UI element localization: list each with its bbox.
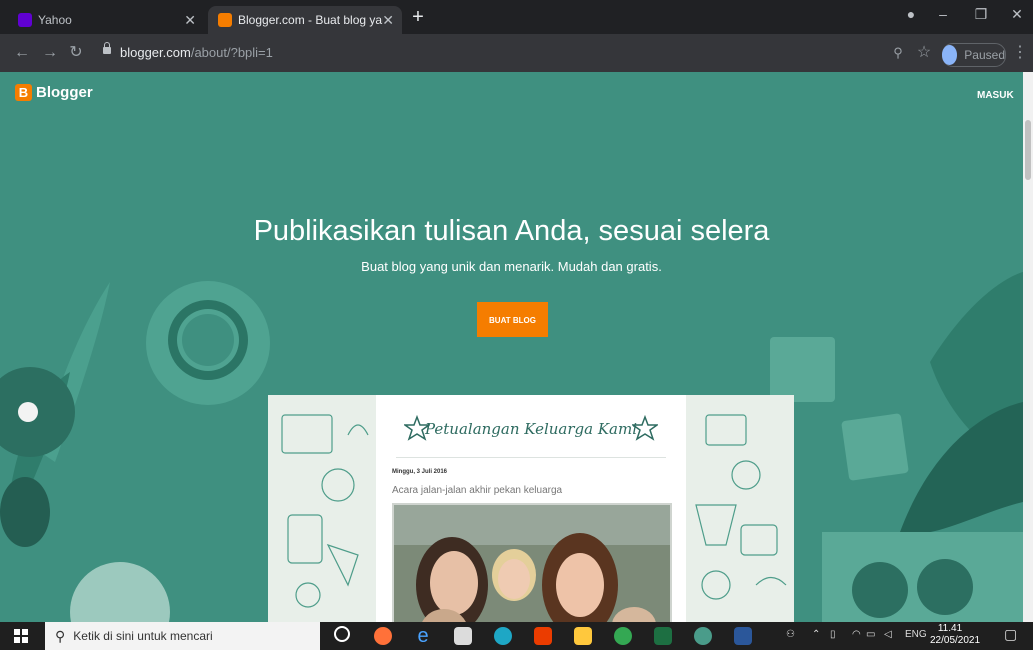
url-path: /about/?bpli=1 xyxy=(190,45,273,60)
restore-button[interactable]: ❐ xyxy=(964,0,998,28)
logo-text: Blogger xyxy=(36,84,93,101)
photo-illustration xyxy=(394,505,670,622)
meet-now-icon[interactable]: ▭ xyxy=(866,629,875,640)
reload-icon[interactable]: ↻ xyxy=(66,43,86,63)
search-placeholder: Ketik di sini untuk mencari xyxy=(73,629,213,643)
create-blog-button[interactable]: BUAT BLOG xyxy=(477,302,548,337)
notification-icon[interactable]: ▢ xyxy=(1004,626,1017,643)
blog-preview-page: Petualangan Keluarga Kami Minggu, 3 Juli… xyxy=(376,395,686,622)
excel-icon[interactable] xyxy=(654,627,672,645)
profile-status: Paused xyxy=(964,48,1005,62)
blog-preview-card: Petualangan Keluarga Kami Minggu, 3 Juli… xyxy=(268,395,794,622)
family-photo xyxy=(392,503,672,622)
doodle-pattern-right xyxy=(695,414,787,600)
back-arrow-icon[interactable]: ← xyxy=(12,43,32,63)
blogger-logo[interactable]: B Blogger xyxy=(15,84,93,101)
profile-button[interactable]: Paused xyxy=(942,43,1006,67)
close-tab-icon[interactable]: ✕ xyxy=(382,12,394,29)
edge-icon[interactable] xyxy=(494,627,512,645)
blogger-favicon-icon xyxy=(218,13,232,27)
file-explorer-icon[interactable] xyxy=(574,627,592,645)
volume-icon[interactable]: ◁ xyxy=(884,629,892,640)
new-tab-button[interactable]: + xyxy=(406,6,430,30)
tab-title: Yahoo xyxy=(38,13,72,27)
zoom-icon[interactable]: ⚲ xyxy=(888,43,908,63)
word-icon[interactable] xyxy=(734,627,752,645)
show-hidden-icons-chevron-icon[interactable]: ⌃ xyxy=(812,629,820,640)
minimize-button[interactable]: – xyxy=(926,0,960,28)
office-icon[interactable] xyxy=(534,627,552,645)
tab-yahoo[interactable]: Yahoo ✕ xyxy=(8,6,204,34)
close-window-button[interactable]: ✕ xyxy=(1000,0,1033,28)
extension-icon[interactable]: ● xyxy=(894,0,928,28)
internet-explorer-icon[interactable]: e xyxy=(414,626,432,646)
chrome-profile-icon[interactable] xyxy=(694,627,712,645)
url-host: blogger.com xyxy=(120,45,191,60)
search-icon: ⚲ xyxy=(55,627,66,644)
address-bar[interactable]: blogger.com/about/?bpli=1 xyxy=(120,45,273,60)
wifi-icon[interactable]: ◠ xyxy=(852,629,861,640)
divider xyxy=(396,457,666,458)
tab-blogger[interactable]: Blogger.com - Buat blog yang u ✕ xyxy=(208,6,402,34)
post-title: Acara jalan-jalan akhir pekan keluarga xyxy=(392,485,563,496)
menu-kebab-icon[interactable]: ⋮ xyxy=(1010,43,1030,63)
chrome-icon[interactable] xyxy=(614,627,632,645)
system-clock[interactable]: 11.41 22/05/2021 xyxy=(930,623,981,647)
windows-start-icon[interactable] xyxy=(14,629,28,643)
forward-arrow-icon[interactable]: → xyxy=(40,43,60,63)
people-icon[interactable]: ⚇ xyxy=(786,629,795,640)
avatar xyxy=(942,45,958,65)
hero-subheadline: Buat blog yang unik dan menarik. Mudah d… xyxy=(361,259,662,274)
yahoo-favicon-icon xyxy=(18,13,32,27)
scrollbar-thumb[interactable] xyxy=(1025,120,1031,180)
blogger-b-icon: B xyxy=(15,84,32,101)
taskbar-search[interactable]: ⚲ Ketik di sini untuk mencari xyxy=(45,622,320,650)
signin-link[interactable]: MASUK xyxy=(977,90,1014,101)
hero-headline: Publikasikan tulisan Anda, sesuai selera xyxy=(253,215,770,247)
doodle-pattern-left xyxy=(281,414,369,608)
clock-time: 11.41 xyxy=(937,623,963,634)
battery-icon[interactable]: ▯ xyxy=(830,629,836,640)
post-date: Minggu, 3 Juli 2016 xyxy=(392,469,448,475)
tab-title: Blogger.com - Buat blog yang u xyxy=(238,13,383,27)
language-indicator[interactable]: ENG xyxy=(905,629,927,640)
close-tab-icon[interactable]: ✕ xyxy=(184,12,196,29)
cortana-icon[interactable] xyxy=(334,626,350,642)
camera-icon[interactable] xyxy=(454,627,472,645)
clock-date: 22/05/2021 xyxy=(930,635,981,646)
blog-title: Petualangan Keluarga Kami xyxy=(424,420,638,438)
lock-icon[interactable] xyxy=(103,42,111,54)
firefox-icon[interactable] xyxy=(374,627,392,645)
bookmark-star-icon[interactable]: ☆ xyxy=(914,43,934,63)
